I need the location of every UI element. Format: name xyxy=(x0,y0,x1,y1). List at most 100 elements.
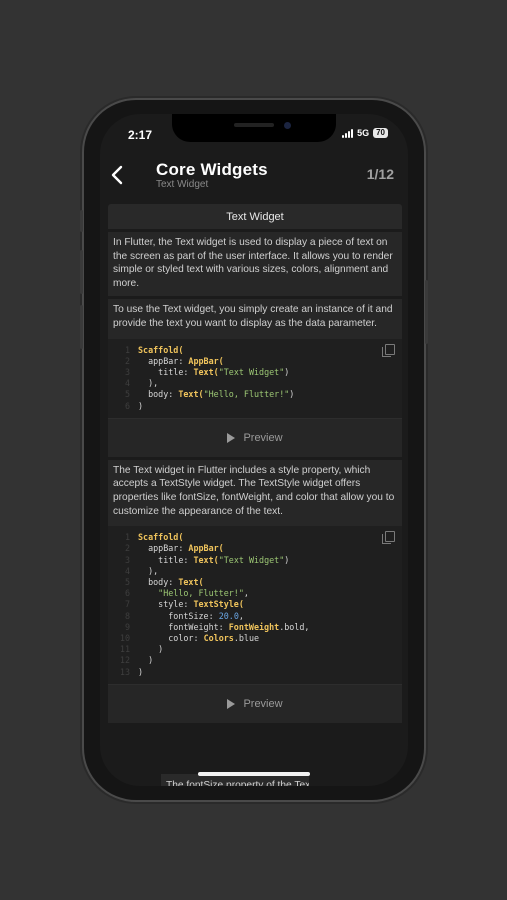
code-line: 4 ), xyxy=(108,378,402,389)
usage-paragraph: To use the Text widget, you simply creat… xyxy=(108,299,402,339)
code-token: fontWeight: xyxy=(138,621,229,632)
page-title: Core Widgets xyxy=(156,160,268,179)
code-token: ), xyxy=(138,565,159,576)
status-icons: 5G 70 xyxy=(342,128,388,138)
signal-icon xyxy=(342,128,354,138)
network-type: 5G xyxy=(357,128,370,138)
code-token: , xyxy=(243,588,249,599)
phone-frame: 2:17 5G 70 Core Widgets Text Widget 1/12… xyxy=(80,100,428,800)
section-header: Text Widget xyxy=(108,204,402,229)
code-token: ), xyxy=(138,378,159,389)
line-number: 3 xyxy=(124,366,130,377)
line-number: 6 xyxy=(124,400,130,411)
line-number: 2 xyxy=(124,355,130,366)
line-number: 12 xyxy=(119,655,130,666)
line-number: 3 xyxy=(124,554,130,565)
code-token: .blue xyxy=(233,632,260,643)
line-number: 2 xyxy=(124,543,130,554)
volume-up-button xyxy=(80,250,83,294)
status-time: 2:17 xyxy=(128,128,153,142)
code-line: 5 body: Text( xyxy=(108,577,402,588)
code-token: ) xyxy=(138,644,164,655)
code-token: Text( xyxy=(193,554,219,565)
code-token: "Hello, Flutter!" xyxy=(158,588,244,599)
code-token: ) xyxy=(284,554,290,565)
code-line: 6) xyxy=(108,401,402,412)
line-number: 10 xyxy=(119,632,130,643)
code-token: body: xyxy=(138,389,179,400)
code-token: style: xyxy=(138,599,194,610)
code-token: ) xyxy=(138,666,144,677)
code-token: Text( xyxy=(178,576,204,587)
preview-label: Preview xyxy=(243,431,283,444)
intro-paragraph: In Flutter, the Text widget is used to d… xyxy=(108,232,402,297)
code-block-2: 1 Scaffold( 2 appBar: AppBar( 3 title: Te… xyxy=(108,526,402,684)
play-icon xyxy=(227,698,236,709)
code-token: color: xyxy=(138,632,204,643)
code-line: 4 ), xyxy=(108,566,402,577)
line-number: 1 xyxy=(124,344,130,355)
code-token: 20.0 xyxy=(218,610,239,621)
code-line: 6 "Hello, Flutter!", xyxy=(108,588,402,599)
preview-button[interactable]: Preview xyxy=(108,417,402,457)
code-token: TextStyle( xyxy=(193,599,244,610)
code-line: 11 ) xyxy=(108,644,402,655)
code-token: ) xyxy=(138,655,154,666)
code-token: Colors xyxy=(203,632,234,643)
style-paragraph: The Text widget in Flutter includes a st… xyxy=(108,459,402,527)
code-line: 12 ) xyxy=(108,655,402,666)
battery-icon: 70 xyxy=(373,128,388,138)
notch xyxy=(172,114,336,142)
line-number: 6 xyxy=(124,588,130,599)
code-token: body: xyxy=(138,576,179,587)
copy-icon[interactable] xyxy=(382,531,395,545)
code-token: "Hello, Flutter!" xyxy=(203,389,290,400)
line-number: 4 xyxy=(124,565,130,576)
line-number: 11 xyxy=(119,644,130,655)
code-token: ) xyxy=(284,366,290,377)
code-token: FontWeight xyxy=(228,621,280,632)
code-token: "Text Widget" xyxy=(218,554,285,565)
line-number: 8 xyxy=(124,610,130,621)
lesson-content[interactable]: Text Widget In Flutter, the Text widget … xyxy=(108,204,402,723)
page-subtitle: Text Widget xyxy=(156,179,209,190)
code-token: title: xyxy=(138,554,194,565)
speaker xyxy=(234,123,274,127)
mute-switch xyxy=(80,210,83,232)
screen: 2:17 5G 70 Core Widgets Text Widget 1/12… xyxy=(100,114,408,786)
app-bar: Core Widgets Text Widget 1/12 xyxy=(100,154,408,204)
code-token: appBar: xyxy=(138,355,189,366)
code-token: "Text Widget" xyxy=(218,366,285,377)
code-token: Scaffold( xyxy=(138,344,184,355)
code-line: 8 fontSize: 20.0, xyxy=(108,611,402,622)
code-token: ) xyxy=(289,389,295,400)
code-token: , xyxy=(238,610,244,621)
line-number: 5 xyxy=(124,576,130,587)
play-icon xyxy=(227,432,236,443)
page-counter: 1/12 xyxy=(366,166,394,182)
preview-button[interactable]: Preview xyxy=(108,683,402,723)
code-token: appBar: xyxy=(138,543,189,554)
code-token: AppBar( xyxy=(188,355,224,366)
code-token: Scaffold( xyxy=(138,532,184,543)
code-token: fontSize: xyxy=(138,610,219,621)
line-number: 7 xyxy=(124,599,130,610)
home-indicator[interactable] xyxy=(198,772,310,776)
code-line: 1 Scaffold( xyxy=(108,345,402,356)
code-line: 2 appBar: AppBar( xyxy=(108,356,402,367)
code-line: 3 title: Text("Text Widget") xyxy=(108,367,402,378)
code-token: .bold, xyxy=(279,621,310,632)
line-number: 9 xyxy=(124,621,130,632)
code-line: 5 body: Text("Hello, Flutter!") xyxy=(108,389,402,400)
copy-icon[interactable] xyxy=(382,343,395,357)
chevron-left-icon[interactable] xyxy=(110,164,130,188)
preview-label: Preview xyxy=(243,697,283,710)
code-token: Text( xyxy=(178,389,204,400)
code-token: title: xyxy=(138,366,194,377)
code-line: 2 appBar: AppBar( xyxy=(108,543,402,554)
code-line: 1 Scaffold( xyxy=(108,532,402,543)
code-token: Text( xyxy=(193,366,219,377)
code-line: 13) xyxy=(108,667,402,678)
line-number: 4 xyxy=(124,378,130,389)
